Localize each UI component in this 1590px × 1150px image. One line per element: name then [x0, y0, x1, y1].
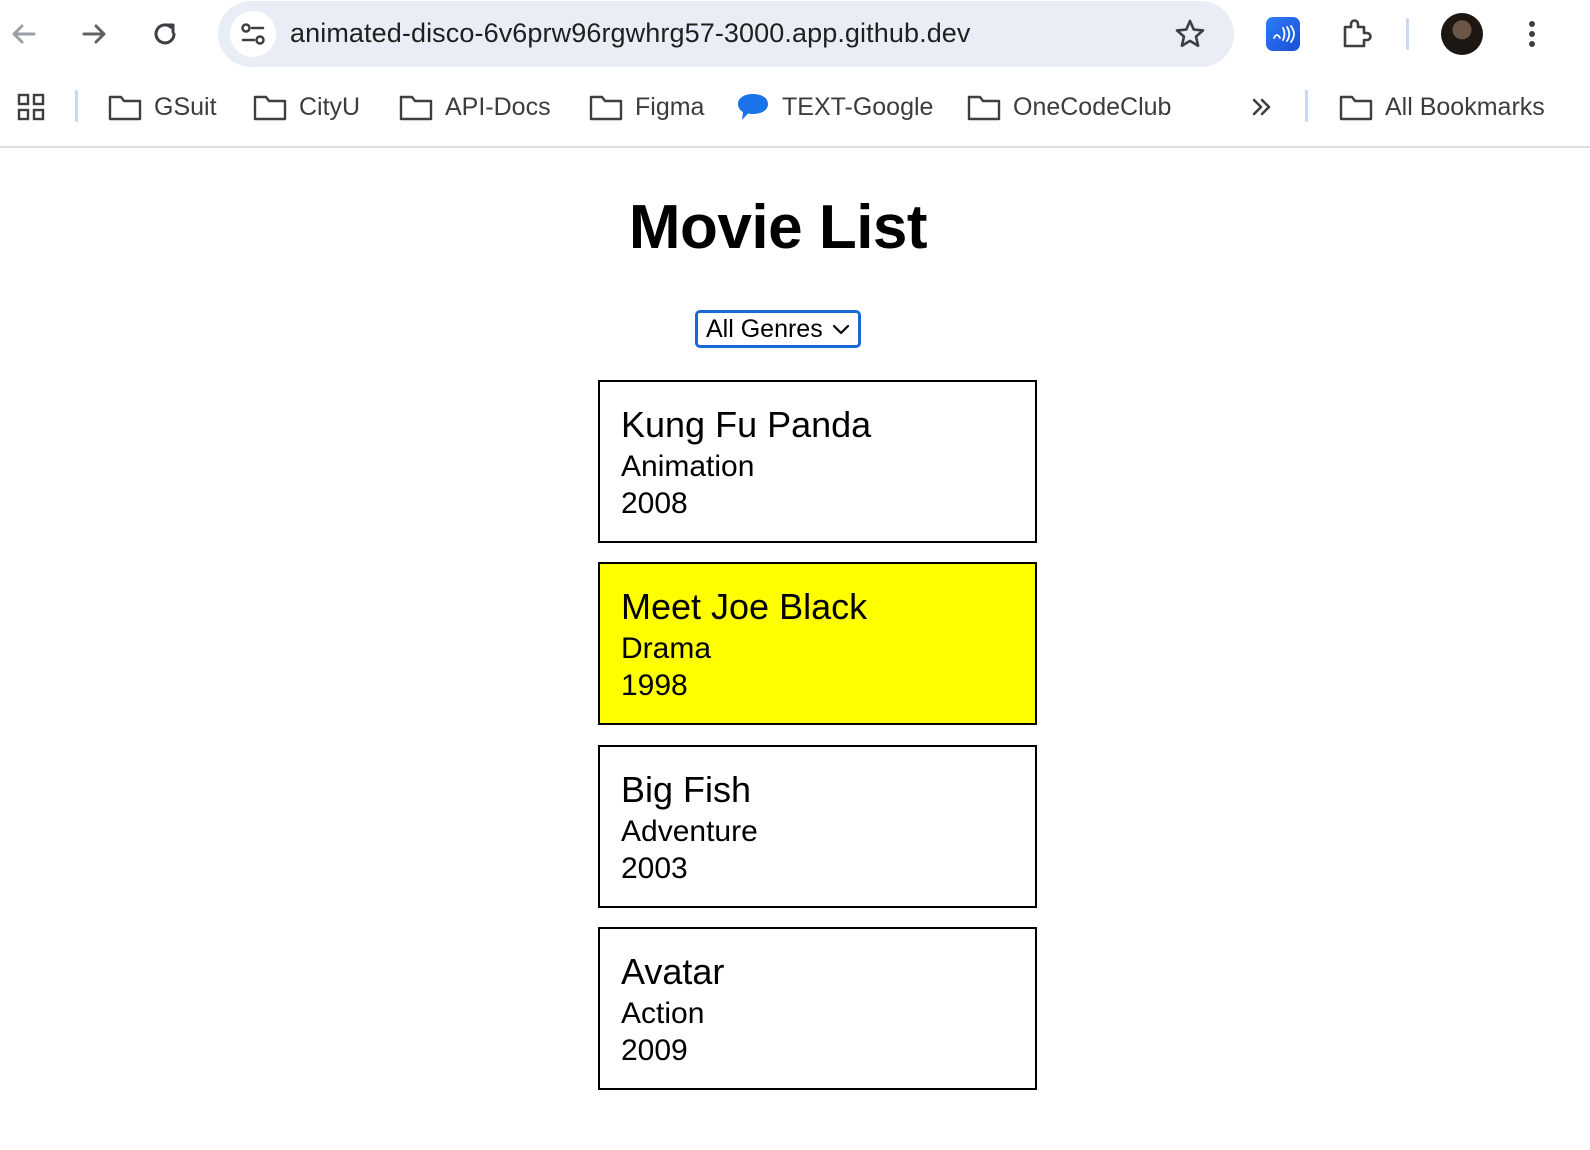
bookmark-api-docs[interactable]: API-Docs — [399, 86, 551, 128]
reload-button[interactable] — [143, 12, 187, 56]
puzzle-piece-icon — [1343, 19, 1372, 48]
folder-icon — [967, 95, 1001, 121]
bookmark-text-google[interactable]: TEXT-Google — [736, 86, 933, 128]
folder-icon — [108, 95, 142, 121]
movie-card: Kung Fu Panda Animation 2008 — [598, 380, 1037, 543]
reload-icon — [154, 23, 176, 45]
bookmark-cityu[interactable]: CityU — [253, 86, 360, 128]
bookmarks-separator — [1305, 90, 1308, 122]
folder-icon — [399, 95, 433, 121]
nfc-wave-icon — [1273, 25, 1295, 43]
bookmark-label: GSuit — [154, 92, 217, 121]
address-bar[interactable]: animated-disco-6v6prw96rgwhrg57-3000.app… — [218, 1, 1234, 67]
genre-filter-select[interactable]: All Genres — [695, 310, 861, 348]
site-info-button[interactable] — [230, 11, 276, 57]
movie-card-highlighted: Meet Joe Black Drama 1998 — [598, 562, 1037, 725]
bookmark-gsuit[interactable]: GSuit — [108, 86, 217, 128]
extension-app-icon[interactable] — [1266, 17, 1300, 51]
chevron-down-icon — [832, 324, 850, 335]
bookmarks-bar: GSuit CityU API-Docs Figma TEXT-Google O… — [0, 68, 1590, 146]
arrow-right-icon — [82, 24, 106, 44]
back-button[interactable] — [2, 12, 46, 56]
movie-title: Meet Joe Black — [621, 586, 868, 627]
tune-icon — [241, 23, 265, 45]
movie-year: 1998 — [621, 669, 688, 702]
toolbar-bottom-border — [0, 146, 1590, 148]
extensions-button[interactable] — [1336, 14, 1376, 54]
folder-icon — [1339, 95, 1373, 121]
movie-title: Big Fish — [621, 769, 752, 810]
message-bubble-icon — [738, 94, 768, 120]
bookmark-label: CityU — [299, 92, 361, 121]
bookmark-label: Figma — [635, 92, 705, 121]
movie-year: 2008 — [621, 487, 688, 520]
bookmark-label: API-Docs — [445, 92, 551, 121]
movie-card: Big Fish Adventure 2003 — [598, 745, 1037, 908]
bookmark-label: OneCodeClub — [1013, 92, 1172, 121]
folder-icon — [589, 95, 623, 121]
folder-icon — [253, 95, 287, 121]
bookmark-label: TEXT-Google — [782, 92, 934, 121]
movie-genre: Action — [621, 997, 705, 1030]
toolbar-separator — [1406, 18, 1409, 50]
forward-button[interactable] — [72, 12, 116, 56]
url-text[interactable]: animated-disco-6v6prw96rgwhrg57-3000.app… — [290, 18, 971, 49]
movie-year: 2003 — [621, 852, 688, 885]
chrome-menu-button[interactable] — [1512, 14, 1552, 54]
more-vertical-icon — [1529, 21, 1535, 47]
all-bookmarks-button[interactable]: All Bookmarks — [1339, 86, 1545, 128]
apps-button[interactable] — [16, 86, 46, 128]
bookmark-figma[interactable]: Figma — [589, 86, 704, 128]
bookmark-star-button[interactable] — [1172, 16, 1208, 52]
page-title: Movie List — [628, 193, 928, 262]
bookmarks-separator — [75, 90, 78, 122]
movie-title: Kung Fu Panda — [621, 404, 872, 445]
star-icon — [1175, 19, 1205, 47]
profile-avatar[interactable] — [1441, 13, 1483, 55]
arrow-left-icon — [12, 24, 36, 44]
browser-toolbar: animated-disco-6v6prw96rgwhrg57-3000.app… — [0, 0, 1590, 68]
bookmarks-overflow-button[interactable] — [1248, 86, 1276, 128]
movie-genre: Adventure — [621, 815, 758, 848]
apps-grid-icon — [17, 93, 45, 121]
movie-genre: Drama — [621, 632, 712, 665]
bookmark-onecodeclub[interactable]: OneCodeClub — [967, 86, 1171, 128]
movie-year: 2009 — [621, 1034, 688, 1067]
movie-genre: Animation — [621, 450, 755, 483]
genre-filter-value: All Genres — [706, 314, 823, 343]
movie-card: Avatar Action 2009 — [598, 927, 1037, 1090]
movie-title: Avatar — [621, 951, 725, 992]
all-bookmarks-label: All Bookmarks — [1385, 92, 1545, 121]
chevron-double-right-icon — [1252, 98, 1271, 116]
